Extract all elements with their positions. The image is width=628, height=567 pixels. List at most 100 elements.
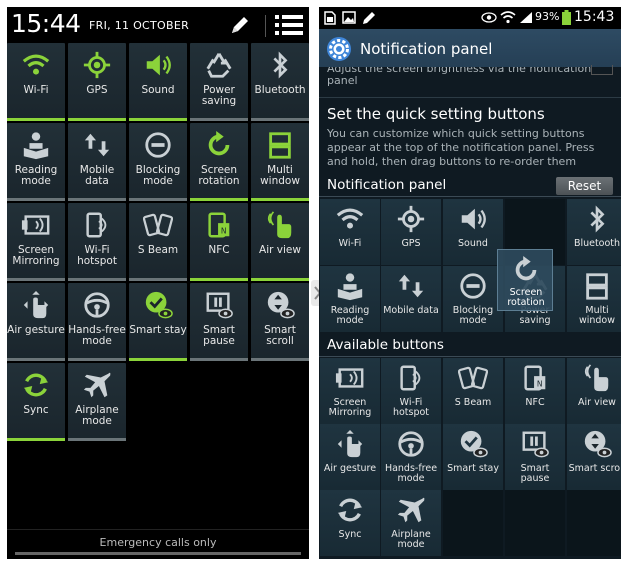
settings-gear-icon[interactable] [325,35,353,63]
panel-tile-sound[interactable]: Sound [443,199,503,265]
tile-state-bar [129,278,187,281]
tile-state-bar [190,358,248,361]
available-tile-nfc[interactable]: N NFC [505,358,565,424]
panel-tile-reading-mode[interactable]: Reading mode [320,266,380,332]
quick-tile-sync[interactable]: Sync [7,363,65,441]
tile-label: Smart scroll [568,463,621,474]
available-tile-air-gesture[interactable]: Air gesture [320,424,380,490]
quick-tile-smart-stay[interactable]: Smart stay [129,283,187,361]
tile-label: Sound [458,238,488,249]
quick-tile-screen-rotation[interactable]: Screen rotation [190,123,248,201]
tile-label: Hands-free mode [68,324,126,347]
available-tile-screen-mirroring[interactable]: Screen Mirroring [320,358,380,424]
wifi-icon [500,11,516,24]
brightness-checkbox[interactable] [591,65,613,75]
air-gesture-icon [337,429,363,458]
quick-tile-hands-free-mode[interactable]: Hands-free mode [68,283,126,361]
quick-tile-nfc[interactable]: N NFC [190,203,248,281]
tile-label: Air view [578,397,616,408]
tile-label: Mobile data [79,164,115,187]
available-tile-s-beam[interactable]: S Beam [443,358,503,424]
available-tile-sync[interactable]: Sync [320,490,380,556]
section-description: You can customize which quick setting bu… [327,127,595,168]
quick-tile-sound[interactable]: Sound [129,43,187,121]
empty-slot [505,490,565,556]
available-tile-airplane-mode[interactable]: Airplane mode [381,490,441,556]
quick-tile-bluetooth[interactable]: Bluetooth [251,43,309,121]
quick-tile-wi-fi-hotspot[interactable]: Wi-Fi hotspot [68,203,126,281]
multi-window-icon [269,132,291,159]
steering-wheel-icon [84,292,110,318]
tile-label: Wi-Fi hotspot [77,244,117,267]
tile-label: Hands-free mode [384,463,438,484]
reset-button[interactable]: Reset [556,177,613,195]
tile-state-bar [251,358,309,361]
tile-label: Multi window [260,164,300,187]
tile-label: GPS [86,84,108,96]
tile-label: Air gesture [7,324,65,336]
tile-label: Screen rotation [507,287,545,308]
tile-label: NFC [208,244,230,256]
panel-tile-bluetooth[interactable]: Bluetooth [567,199,621,265]
quick-tile-screen-mirroring[interactable]: Screen Mirroring [7,203,65,281]
sync-icon [337,498,363,522]
tile-label: Air view [259,244,301,256]
tile-state-bar [129,198,187,201]
available-tile-smart-scroll[interactable]: Smart scroll [567,424,621,490]
mirroring-icon [335,368,364,388]
clock: 15:44 [11,9,81,38]
tile-label: Wi-Fi [338,238,362,249]
quick-tile-power-saving[interactable]: Power saving [190,43,248,121]
panel-tile-gps[interactable]: GPS [381,199,441,265]
available-tile-hands-free-mode[interactable]: Hands-free mode [381,424,441,490]
quick-tile-s-beam[interactable]: S Beam [129,203,187,281]
quick-tile-airplane-mode[interactable]: Airplane mode [68,363,126,441]
dragging-tile-screen-rotation[interactable]: Screen rotation [497,249,553,311]
reading-icon [23,132,49,160]
quick-tile-smart-pause[interactable]: Smart pause [190,283,248,361]
quick-tile-wi-fi[interactable]: Wi-Fi [7,43,65,121]
tile-state-bar [68,118,126,121]
drag-handle-bar[interactable] [15,552,301,555]
tile-state-bar [7,278,65,281]
tile-label: Wi-Fi hotspot [392,397,430,418]
quick-tile-gps[interactable]: GPS [68,43,126,121]
panel-tile-wi-fi[interactable]: Wi-Fi [320,199,380,265]
empty-slot [443,490,503,556]
tile-state-bar [251,118,309,121]
panel-tile-blocking-mode[interactable]: Blocking mode [443,266,503,332]
quick-tile-air-gesture[interactable]: Air gesture [7,283,65,361]
emergency-calls-text: Emergency calls only [99,536,217,549]
tile-label: Screen Mirroring [328,397,372,418]
available-tile-air-view[interactable]: Air view [567,358,621,424]
available-tile-smart-pause[interactable]: Smart pause [505,424,565,490]
quick-tile-reading-mode[interactable]: Reading mode [7,123,65,201]
divider [319,97,621,98]
quick-tile-multi-window[interactable]: Multi window [251,123,309,201]
tile-state-bar [190,278,248,281]
edit-button[interactable] [225,11,255,39]
reading-icon [337,273,363,301]
hotspot-icon [400,365,421,391]
panel-tile-mobile-data[interactable]: Mobile data [381,266,441,332]
quick-tile-air-view[interactable]: Air view [251,203,309,281]
airplane-icon [83,372,111,398]
eye-icon [481,12,497,23]
available-tile-smart-stay[interactable]: Smart stay [443,424,503,490]
tile-state-bar [7,358,65,361]
quick-tile-smart-scroll[interactable]: Smart scroll [251,283,309,361]
gallery-icon [342,11,356,24]
tile-label: GPS [401,238,421,249]
grid-menu-button[interactable] [275,13,305,39]
tile-state-bar [68,278,126,281]
tile-label: Mobile data [383,305,439,316]
quick-tile-mobile-data[interactable]: Mobile data [68,123,126,201]
tile-label: Airplane mode [391,529,431,550]
smart-stay-icon [460,430,488,458]
smart-scroll-icon [267,291,295,319]
available-tile-wi-fi-hotspot[interactable]: Wi-Fi hotspot [381,358,441,424]
pencil-icon [232,17,248,33]
gps-icon [83,51,111,79]
panel-tile-multi-window[interactable]: Multi window [567,266,621,332]
quick-tile-blocking-mode[interactable]: Blocking mode [129,123,187,201]
